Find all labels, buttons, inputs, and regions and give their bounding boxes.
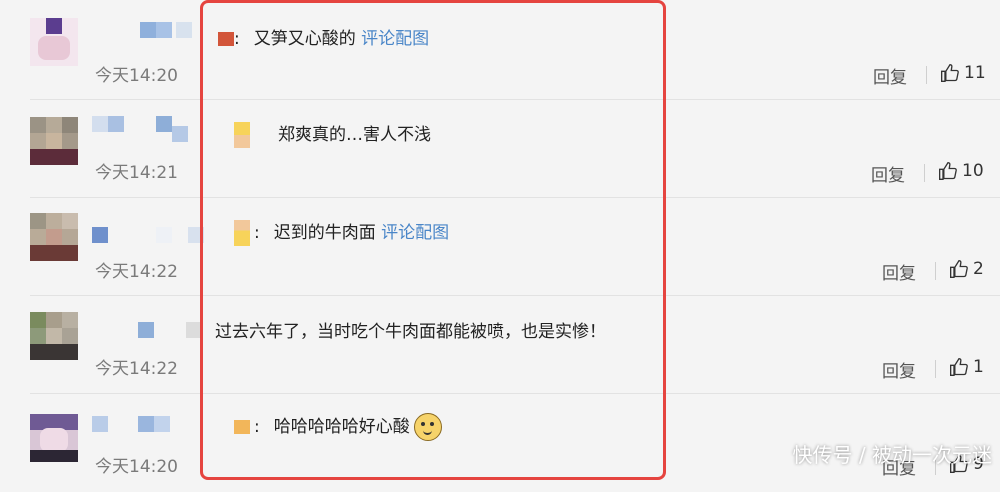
comment-body: 郑爽真的…害人不浅 <box>278 125 431 145</box>
comment-body: 迟到的牛肉面 <box>273 223 376 243</box>
like-button[interactable]: 1 <box>949 357 984 377</box>
comment-time: 今天14:22 <box>95 262 178 282</box>
reply-button[interactable]: 回复 <box>873 63 907 88</box>
reply-button[interactable]: 回复 <box>882 357 916 382</box>
comment-row: 今天14:22 : 迟到的牛肉面 评论配图 回复 2 <box>0 198 1000 296</box>
like-button[interactable]: 11 <box>940 63 986 83</box>
like-count: 10 <box>962 161 984 181</box>
like-button[interactable]: 2 <box>949 259 984 279</box>
commenter-mini-avatar <box>218 32 234 46</box>
thumbs-up-icon <box>950 259 968 278</box>
comment-time: 今天14:20 <box>95 457 178 477</box>
reply-button[interactable]: 回复 <box>882 259 916 284</box>
comment-row: 今天14:21 郑爽真的…害人不浅 回复 10 <box>0 100 1000 198</box>
commenter-mini-avatar <box>234 122 250 148</box>
comment-time: 今天14:22 <box>95 359 178 379</box>
commenter-mini-avatar <box>234 420 250 434</box>
comment-time: 今天14:20 <box>95 66 178 86</box>
comment-image-link[interactable]: 评论配图 <box>361 29 429 49</box>
comment-text: 过去六年了，当时吃个牛肉面都能被喷，也是实惨！ <box>215 317 606 342</box>
comment-row: 今天14:22 过去六年了，当时吃个牛肉面都能被喷，也是实惨！ 回复 1 <box>0 296 1000 394</box>
like-count: 11 <box>964 63 986 83</box>
commenter-mini-avatar <box>234 220 250 246</box>
like-button[interactable]: 10 <box>938 161 984 181</box>
reply-button[interactable]: 回复 <box>871 161 905 186</box>
divider <box>926 66 927 84</box>
thumbs-up-icon <box>939 161 957 180</box>
comment-image-link[interactable]: 评论配图 <box>381 223 449 243</box>
comment-text: : 哈哈哈哈哈好心酸 <box>234 412 442 441</box>
divider <box>935 262 936 280</box>
comment-row: 今天14:20 : 又笋又心酸的 评论配图 回复 11 <box>0 0 1000 98</box>
comment-text: 郑爽真的…害人不浅 <box>234 120 431 148</box>
avatar[interactable] <box>30 117 78 165</box>
comment-body: 哈哈哈哈哈好心酸 <box>273 417 410 437</box>
comment-time: 今天14:21 <box>95 163 178 183</box>
avatar[interactable] <box>30 414 78 462</box>
colon: : <box>254 417 260 437</box>
comment-text: : 迟到的牛肉面 评论配图 <box>234 218 449 246</box>
avatar[interactable] <box>30 213 78 261</box>
comment-body: 又笋又心酸的 <box>253 29 356 49</box>
divider <box>924 164 925 182</box>
colon: : <box>254 223 260 243</box>
colon: : <box>234 29 240 49</box>
comment-body: 过去六年了，当时吃个牛肉面都能被喷，也是实惨！ <box>215 322 606 342</box>
avatar[interactable] <box>30 312 78 360</box>
doge-emoji-icon <box>413 413 442 441</box>
avatar[interactable] <box>30 18 78 66</box>
watermark: 快传号 / 被动一次元迷 <box>792 443 992 467</box>
comment-text: : 又笋又心酸的 评论配图 <box>218 24 429 49</box>
like-count: 2 <box>973 259 984 279</box>
divider <box>935 360 936 378</box>
like-count: 1 <box>973 357 984 377</box>
thumbs-up-icon <box>941 63 959 82</box>
thumbs-up-icon <box>950 357 968 376</box>
